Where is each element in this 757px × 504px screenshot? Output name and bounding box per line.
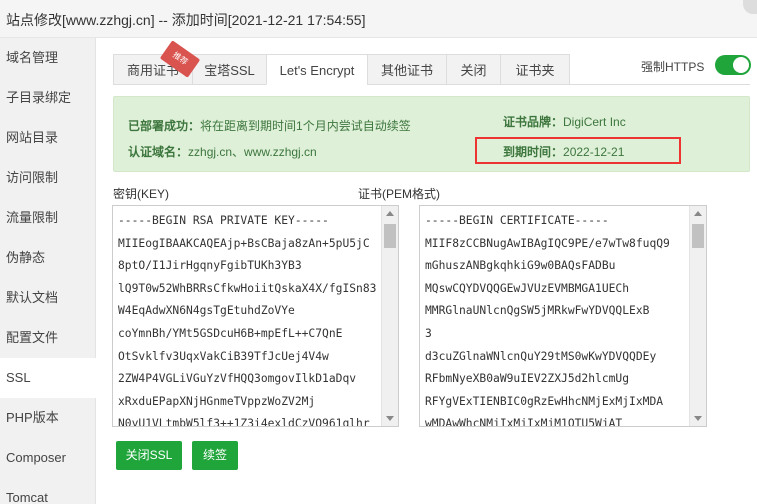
deployed-value: 将在距离到期时间1个月内尝试自动续签 (200, 119, 411, 133)
sidebar-item-subdirectory[interactable]: 子目录绑定 (0, 78, 96, 118)
cert-label: 证书(PEM格式) (358, 187, 440, 201)
tab-other-cert[interactable]: 其他证书 (367, 54, 447, 85)
brand-row: 证书品牌：DigiCert Inc (503, 113, 626, 130)
key-label: 密钥(KEY) (113, 187, 170, 201)
window-corner (743, 0, 757, 14)
scroll-thumb[interactable] (384, 224, 396, 248)
tab-bt-ssl[interactable]: 宝塔SSL (192, 54, 267, 85)
window-title: 站点修改[www.zzhgj.cn] -- 添加时间[2021-12-21 17… (6, 12, 366, 28)
cert-textarea[interactable]: -----BEGIN CERTIFICATE----- MIIF8zCCBNug… (419, 205, 707, 427)
tab-cert-folder[interactable]: 证书夹 (500, 54, 570, 85)
sidebar-item-tomcat[interactable]: Tomcat (0, 478, 96, 504)
domains-label: 认证域名： (128, 145, 189, 159)
close-ssl-button[interactable]: 关闭SSL (116, 441, 182, 470)
sidebar-item-ssl[interactable]: SSL (0, 358, 96, 398)
toggle-knob (733, 57, 749, 73)
sidebar-item-default-doc[interactable]: 默认文档 (0, 278, 96, 318)
tab-lets-encrypt[interactable]: Let's Encrypt (266, 54, 368, 85)
scroll-up-icon[interactable] (694, 211, 702, 216)
brand-value: DigiCert Inc (563, 115, 626, 129)
cert-content: -----BEGIN CERTIFICATE----- MIIF8zCCBNug… (425, 214, 670, 427)
deployed-label: 已部署成功： (128, 119, 201, 133)
key-scrollbar[interactable] (381, 206, 398, 426)
sidebar-item-traffic-limit[interactable]: 流量限制 (0, 198, 96, 238)
deployed-row: 已部署成功：将在距离到期时间1个月内尝试自动续签 (128, 117, 411, 134)
cert-scrollbar[interactable] (689, 206, 706, 426)
tab-close[interactable]: 关闭 (446, 54, 501, 85)
key-textarea[interactable]: -----BEGIN RSA PRIVATE KEY----- MIIEogIB… (112, 205, 399, 427)
sidebar-item-domains[interactable]: 域名管理 (0, 38, 96, 78)
sidebar-item-composer[interactable]: Composer (0, 438, 96, 478)
scroll-down-icon[interactable] (386, 416, 394, 421)
scroll-up-icon[interactable] (386, 211, 394, 216)
sidebar: 域名管理 子目录绑定 网站目录 访问限制 流量限制 伪静态 默认文档 配置文件 … (0, 38, 96, 504)
sidebar-item-config-file[interactable]: 配置文件 (0, 318, 96, 358)
force-https-label: 强制HTTPS (641, 60, 705, 74)
title-bar: 站点修改[www.zzhgj.cn] -- 添加时间[2021-12-21 17… (0, 0, 757, 38)
scroll-down-icon[interactable] (694, 416, 702, 421)
sidebar-item-rewrite[interactable]: 伪静态 (0, 238, 96, 278)
sidebar-item-access-limit[interactable]: 访问限制 (0, 158, 96, 198)
sidebar-item-php-version[interactable]: PHP版本 (0, 398, 96, 438)
expiry-highlight-box (475, 137, 681, 164)
domains-value: zzhgj.cn、www.zzhgj.cn (188, 145, 317, 159)
domains-row: 认证域名：zzhgj.cn、www.zzhgj.cn (128, 143, 317, 160)
sidebar-item-site-directory[interactable]: 网站目录 (0, 118, 96, 158)
scroll-thumb[interactable] (692, 224, 704, 248)
brand-label: 证书品牌： (503, 115, 564, 129)
force-https-toggle[interactable] (715, 55, 751, 75)
key-content: -----BEGIN RSA PRIVATE KEY----- MIIEogIB… (118, 214, 377, 427)
renew-button[interactable]: 续签 (192, 441, 238, 470)
